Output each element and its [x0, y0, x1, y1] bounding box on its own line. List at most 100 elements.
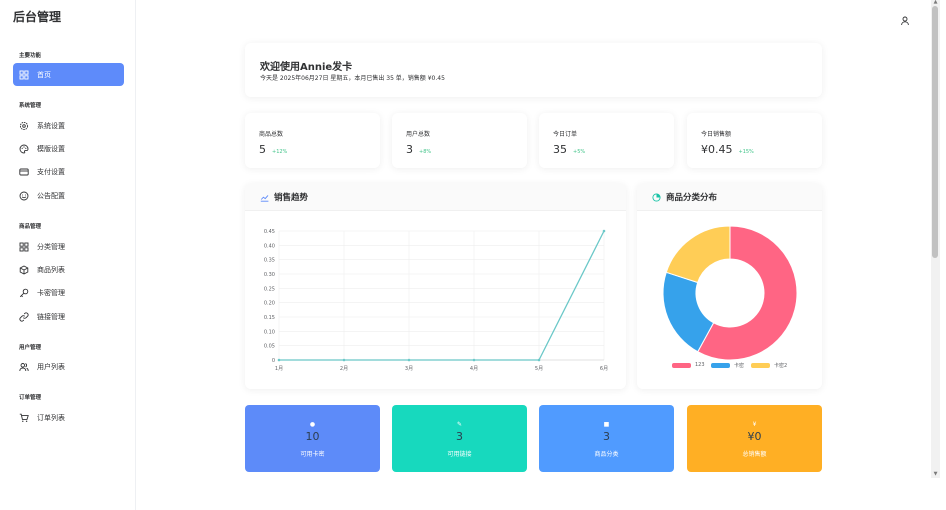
sidebar-item-label: 用户列表: [37, 362, 65, 371]
legend-item[interactable]: 卡密2: [751, 362, 787, 369]
y-tick-label: 0.20: [264, 301, 275, 307]
sidebar-section-title: 订单管理: [19, 395, 42, 401]
stat-change: +15%: [738, 149, 754, 155]
stat-label: 商品总数: [259, 131, 284, 138]
sales-trend-title: 销售趋势: [274, 193, 309, 203]
user-icon[interactable]: [899, 12, 911, 26]
pie-slice: [665, 225, 731, 284]
legend-label: 卡密: [734, 363, 745, 369]
stat-value: ¥0.45: [701, 143, 733, 156]
data-point: [472, 358, 476, 362]
stat-value: 3: [406, 143, 413, 156]
gear-icon: [19, 121, 29, 131]
y-tick-label: 0.30: [264, 272, 275, 278]
users-icon: [19, 362, 29, 372]
link-icon: [19, 311, 29, 322]
welcome-title: 欢迎使用Annie发卡: [260, 62, 353, 73]
scroll-down-icon[interactable]: ▼: [932, 472, 939, 477]
quick-card-links[interactable]: ✎ 3 可用链接: [392, 405, 527, 472]
sidebar-item-orders[interactable]: 订单列表: [13, 406, 124, 429]
sales-trend-panel: 销售趋势 0 0.05 0.10 0.15 0.20 0.25 0.30 0.35 0.40 0.…: [245, 184, 626, 389]
category-title: 商品分类分布: [666, 193, 718, 203]
data-point: [277, 358, 281, 362]
legend-label: 卡密2: [774, 363, 788, 369]
x-tick-label: 5月: [535, 366, 543, 372]
sidebar-item-category[interactable]: 分类管理: [13, 235, 124, 258]
stat-change: +12%: [272, 149, 288, 155]
stat-label: 用户总数: [406, 131, 431, 138]
quick-card-label: 商品分类: [594, 451, 619, 458]
legend-label: 123: [695, 362, 705, 368]
legend-swatch: [751, 363, 770, 368]
legend-item[interactable]: 卡密: [711, 362, 744, 369]
x-tick-label: 2月: [340, 366, 348, 372]
legend-item[interactable]: 123: [672, 362, 705, 368]
data-point: [407, 358, 411, 362]
sidebar-item-users[interactable]: 用户列表: [13, 355, 124, 378]
chart-line-icon: [260, 193, 269, 202]
sidebar-item-label: 分类管理: [37, 242, 65, 251]
quick-card-categories[interactable]: ■ 3 商品分类: [539, 405, 674, 472]
key-icon: ●: [309, 421, 316, 428]
quick-card-value: 3: [603, 430, 610, 443]
sidebar-item-label: 订单列表: [37, 413, 65, 422]
sidebar-item-products[interactable]: 商品列表: [13, 258, 124, 281]
y-tick-label: 0.10: [264, 329, 275, 335]
sales-trend-header: 销售趋势: [245, 184, 626, 211]
stat-card-sales: 今日销售额 ¥0.45 +15%: [687, 113, 822, 168]
cart-icon: [19, 413, 29, 423]
stat-value: 35: [553, 143, 567, 156]
sidebar-item-links[interactable]: 链接管理: [13, 305, 124, 328]
money-icon: ¥: [752, 421, 757, 428]
quick-card-keys[interactable]: ● 10 可用卡密: [245, 405, 380, 472]
sidebar-item-label: 模版设置: [37, 144, 65, 153]
quick-card-value: 3: [456, 430, 463, 443]
stat-label: 今日销售额: [701, 131, 732, 138]
smile-icon: [19, 191, 29, 201]
tag-icon: ■: [603, 421, 610, 428]
sidebar-item-label: 系统设置: [37, 121, 65, 130]
quick-card-label: 可用链接: [447, 451, 472, 458]
sales-line-chart: 0 0.05 0.10 0.15 0.20 0.25 0.30 0.35 0.40 0.45 1月 2…: [264, 229, 608, 372]
card-icon: [19, 167, 29, 177]
series-line: [279, 230, 605, 361]
welcome-card: 欢迎使用Annie发卡 今天是 2025年06月27日 星期五，本月已售出 35…: [245, 43, 822, 97]
sidebar-item-label: 支付设置: [37, 167, 65, 176]
sidebar-item-card-keys[interactable]: 卡密管理: [13, 281, 124, 304]
category-header: 商品分类分布: [637, 184, 822, 211]
stat-card-products: 商品总数 5 +12%: [245, 113, 380, 168]
sidebar-item-label: 链接管理: [37, 312, 65, 321]
pencil-icon: ✎: [456, 421, 463, 428]
x-tick-label: 4月: [470, 366, 478, 372]
welcome-subtitle: 今天是 2025年06月27日 星期五，本月已售出 35 单，销售额 ¥0.45: [260, 75, 445, 82]
sidebar-item-payment-settings[interactable]: 支付设置: [13, 160, 124, 183]
quick-card-value: ¥0: [747, 430, 762, 443]
stat-value-row: 3 +8%: [406, 143, 431, 156]
palette-icon: [19, 144, 29, 154]
stat-card-orders: 今日订单 35 +5%: [539, 113, 674, 168]
stat-change: +5%: [573, 149, 586, 155]
stat-card-users: 用户总数 3 +8%: [392, 113, 527, 168]
x-tick-label: 6月: [600, 366, 608, 372]
app-title: 后台管理: [13, 10, 62, 24]
quick-card-label: 可用卡密: [300, 451, 325, 458]
scroll-up-icon[interactable]: ▲: [932, 0, 939, 5]
data-point: [537, 358, 541, 362]
stat-change: +8%: [419, 149, 432, 155]
stat-value-row: ¥0.45 +15%: [701, 143, 754, 156]
x-tick-label: 1月: [275, 366, 283, 372]
scrollbar-thumb[interactable]: [932, 6, 938, 258]
sidebar-item-template-settings[interactable]: 模版设置: [13, 137, 124, 160]
category-panel: 商品分类分布: [637, 184, 822, 389]
box-icon: [19, 264, 29, 275]
y-tick-label: 0.15: [264, 315, 275, 321]
sidebar-section-title: 用户管理: [19, 345, 42, 351]
y-tick-label: 0.40: [264, 243, 275, 249]
sidebar-item-home[interactable]: 首页: [13, 63, 124, 86]
quick-card-sales[interactable]: ¥ ¥0 总销售额: [687, 405, 822, 472]
y-tick-label: 0: [272, 358, 275, 364]
sidebar-item-system-settings[interactable]: 系统设置: [13, 114, 124, 137]
sidebar-item-announcement[interactable]: 公告配置: [13, 184, 124, 207]
pie-chart-icon: [652, 192, 661, 202]
y-tick-label: 0.05: [264, 344, 275, 350]
